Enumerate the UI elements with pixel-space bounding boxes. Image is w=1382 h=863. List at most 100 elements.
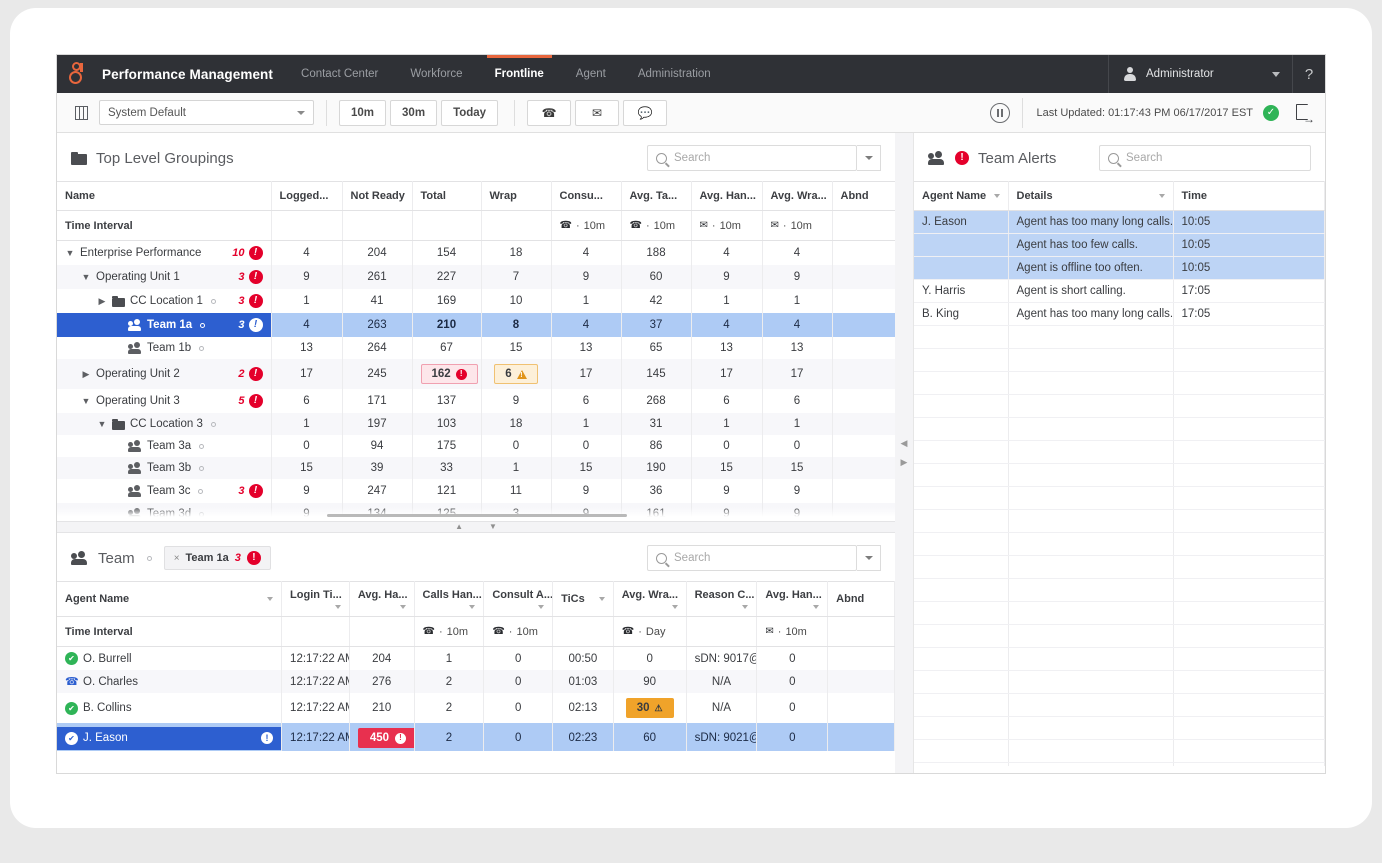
row-info-icon[interactable]: ! <box>261 732 274 744</box>
table-row[interactable]: ▶Team 1a3!4263210843744 <box>57 313 895 337</box>
table-row[interactable]: ▶Team 1b13264671513651313 <box>57 337 895 359</box>
alert-row[interactable]: Y. Harris Agent is short calling. 17:05 <box>914 279 1325 303</box>
table-row[interactable]: ▼ Enterprise Performance 10! 4 204 154 18 4 188 4… <box>57 240 895 265</box>
team-filter-chip[interactable]: × Team 1a 3 ! <box>163 546 271 570</box>
search-box[interactable] <box>647 145 857 171</box>
col-alert-details[interactable]: Details <box>1008 181 1174 211</box>
col-wrap[interactable]: Wrap <box>481 181 552 211</box>
team-col-agent-name[interactable]: Agent Name <box>57 581 283 617</box>
scroll-up-icon[interactable]: ▲ <box>455 523 463 531</box>
nav-item-workforce[interactable]: Workforce <box>394 55 478 93</box>
alert-row[interactable]: B. King Agent has too many long calls. 17:… <box>914 302 1325 326</box>
search-input[interactable] <box>674 152 848 164</box>
grouping-name-cell: ▶Team 3b <box>57 457 272 479</box>
chevron-down-icon[interactable]: ▼ <box>81 396 91 406</box>
columns-layout-icon[interactable] <box>67 105 95 120</box>
col-avg-handle[interactable]: Avg. Han... <box>691 181 763 211</box>
team-search-filter-dropdown[interactable] <box>857 545 881 571</box>
alert-row[interactable]: Agent has too few calls. 10:05 <box>914 233 1325 257</box>
col-consult[interactable]: Consu... <box>551 181 622 211</box>
chevron-down-icon[interactable]: ▼ <box>97 419 107 429</box>
alert-empty-cell <box>914 716 1009 740</box>
chevron-down-icon[interactable]: ▼ <box>81 272 91 282</box>
grouping-metric-cell: 4 <box>762 313 833 337</box>
table-row[interactable]: ✔ B. Collins 12:17:22 AM 210 2 0 02:13 30 ⚠ N/A 0 <box>57 693 895 723</box>
folder-icon <box>112 295 125 307</box>
col-avg-talk[interactable]: Avg. Ta... <box>621 181 692 211</box>
email-channel-button[interactable]: ✉ <box>575 99 620 126</box>
vertical-splitter[interactable]: ◀ ▶ <box>895 133 913 773</box>
panel-resize-handle[interactable]: ▲ ▼ <box>57 521 895 533</box>
table-row[interactable]: ▶Team 3a094175008600 <box>57 435 895 457</box>
chevron-right-icon[interactable]: ▶ <box>97 296 107 307</box>
collapse-right-icon[interactable]: ▶ <box>901 458 908 467</box>
alert-row[interactable]: Agent is offline too often. 10:05 <box>914 256 1325 280</box>
table-row[interactable]: ▶ CC Location 1 3! 1 41 169 10 1 42 1 1 <box>57 289 895 313</box>
interval-today-button[interactable]: Today <box>441 99 499 126</box>
table-row[interactable]: ▶Team 3b1539331151901515 <box>57 457 895 479</box>
table-row[interactable]: ☎ O. Charles 12:17:22 AM 276 2 0 01:03 90 N/A 0 <box>57 670 895 693</box>
search-filter-dropdown[interactable] <box>857 145 881 171</box>
nav-item-agent[interactable]: Agent <box>560 55 622 93</box>
interval-30m-button[interactable]: 30m <box>390 99 438 126</box>
nav-item-contact-center[interactable]: Contact Center <box>285 55 394 93</box>
horizontal-scrollbar[interactable] <box>327 514 627 518</box>
team-search-box[interactable] <box>647 545 857 571</box>
alert-row[interactable]: J. Eason Agent has too many long calls. 10… <box>914 210 1325 234</box>
grouping-name-cell: ▶ Operating Unit 2 2! <box>57 359 272 389</box>
agent-name-cell: ✔ O. Burrell <box>57 646 283 670</box>
col-name[interactable]: Name <box>57 181 272 211</box>
close-icon[interactable]: × <box>174 553 180 564</box>
pause-button[interactable] <box>989 102 1010 123</box>
team-col-avg-han[interactable]: Avg. Han... <box>756 581 829 617</box>
team-col-consult-a[interactable]: Consult A... <box>483 581 554 617</box>
team-search-input[interactable] <box>674 552 848 564</box>
col-alert-time[interactable]: Time <box>1173 181 1325 211</box>
team-grid-wrapper: Agent Name Login Ti... Avg. Ha... Calls Han… <box>57 581 895 751</box>
grouping-metric-cell: 204 <box>342 240 413 265</box>
sort-icon <box>671 605 678 609</box>
team-col-tics[interactable]: TiCs <box>552 581 614 617</box>
help-button[interactable]: ? <box>1292 55 1325 93</box>
layout-select[interactable]: System Default <box>99 100 314 125</box>
team-col-avg-ha[interactable]: Avg. Ha... <box>349 581 415 617</box>
col-logged[interactable]: Logged... <box>271 181 343 211</box>
email-icon: ✉ <box>765 626 774 638</box>
team-col-calls-han[interactable]: Calls Han... <box>414 581 485 617</box>
table-row[interactable]: ▼ CC Location 3 1 197 103 18 1 31 1 1 <box>57 413 895 435</box>
col-alert-agent-name[interactable]: Agent Name <box>914 181 1009 211</box>
team-col-avg-wra[interactable]: Avg. Wra... <box>613 581 687 617</box>
table-row[interactable]: ▼ Operating Unit 3 5! 6 171 137 9 6 268 6 6 <box>57 389 895 413</box>
chevron-down-icon <box>1272 71 1280 77</box>
table-row[interactable]: ▶Operating Unit 22!17245162!6171451717 <box>57 359 895 389</box>
scroll-down-icon[interactable]: ▼ <box>489 523 497 531</box>
team-col-login-ti[interactable]: Login Ti... <box>281 581 350 617</box>
alert-empty-cell <box>914 762 1009 766</box>
grouping-name-cell: ▼ Operating Unit 3 5! <box>57 389 272 413</box>
table-row[interactable]: ▶Team 3d91341253916199 <box>57 503 895 522</box>
alert-empty-cell <box>1173 762 1325 766</box>
chat-channel-button[interactable]: 💬 <box>623 99 668 126</box>
alerts-search-box[interactable] <box>1099 145 1311 171</box>
alerts-search-input[interactable] <box>1126 152 1302 164</box>
sort-icon <box>267 597 274 601</box>
export-icon[interactable]: → <box>1295 103 1315 125</box>
user-menu[interactable]: Administrator <box>1108 55 1292 93</box>
table-row[interactable]: ✔ J. Eason! 12:17:22 AM 450! 2 0 02:23 60 sDN: 9… <box>57 723 895 751</box>
chevron-right-icon[interactable]: ▶ <box>81 369 91 380</box>
interval-10m-button[interactable]: 10m <box>339 99 387 126</box>
team-col-reason-c[interactable]: Reason C... <box>686 581 758 617</box>
col-abandoned[interactable]: Abnd <box>832 181 895 211</box>
col-not-ready[interactable]: Not Ready <box>342 181 413 211</box>
phone-channel-button[interactable]: ☎ <box>527 99 572 126</box>
chevron-down-icon[interactable]: ▼ <box>65 248 75 258</box>
col-total[interactable]: Total <box>412 181 482 211</box>
table-row[interactable]: ✔ O. Burrell 12:17:22 AM 204 1 0 00:50 0 sDN: 90… <box>57 646 895 670</box>
nav-item-frontline[interactable]: Frontline <box>479 55 560 93</box>
team-col-abnd[interactable]: Abnd <box>827 581 895 617</box>
col-avg-wrap[interactable]: Avg. Wra... <box>762 181 833 211</box>
collapse-left-icon[interactable]: ◀ <box>901 439 908 448</box>
nav-item-administration[interactable]: Administration <box>622 55 727 93</box>
table-row[interactable]: ▼ Operating Unit 1 3! 9 261 227 7 9 60 9 9 <box>57 265 895 289</box>
table-row[interactable]: ▶Team 3c3!92471211193699 <box>57 479 895 503</box>
